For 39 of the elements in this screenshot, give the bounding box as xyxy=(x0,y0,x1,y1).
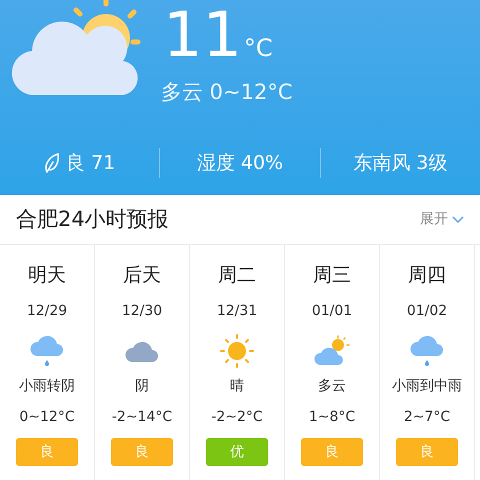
weather-stat: 湿度 40% xyxy=(196,150,284,176)
weather-stat: 东南风 3级 xyxy=(353,150,448,176)
temperature-range: 0~12°C xyxy=(19,408,75,427)
sun-cloud-icon xyxy=(314,335,350,367)
weather-condition: 多云 xyxy=(318,377,346,396)
weather-condition: 晴 xyxy=(230,377,244,396)
rain-cloud-icon xyxy=(409,334,445,368)
rain-cloud-icon xyxy=(29,334,65,368)
current-temperature: 11 xyxy=(163,2,242,68)
weather-condition: 小雨转阴 xyxy=(19,377,75,396)
date-label: 12/30 xyxy=(122,302,162,321)
day-label: 周二 xyxy=(218,263,256,288)
air-quality-badge: 良 xyxy=(396,438,458,466)
date-label: 12/31 xyxy=(216,302,258,321)
day-label: 周三 xyxy=(313,263,351,288)
chevron-down-icon xyxy=(452,216,464,224)
forecast-title: 合肥24小时预报 xyxy=(16,206,169,233)
air-quality-badge: 良 xyxy=(301,438,363,466)
date-label: 12/29 xyxy=(26,302,68,321)
air-quality-badge: 良 xyxy=(111,438,173,466)
day-label: 明天 xyxy=(28,263,66,288)
date-label: 01/02 xyxy=(406,302,448,321)
temperature-range: -2~14°C xyxy=(112,408,172,427)
day-label: 周四 xyxy=(408,263,446,288)
weather-stat: 良 71 xyxy=(66,150,116,176)
temperature-range: 2~7°C xyxy=(404,408,450,427)
temperature-range: 1~8°C xyxy=(308,408,356,427)
temperature-unit: °C xyxy=(244,34,273,62)
leaf-icon xyxy=(44,152,60,174)
temperature-range: -2~2°C xyxy=(211,408,263,427)
day-label: 后天 xyxy=(123,263,161,288)
weather-condition: 小雨到中雨 xyxy=(392,377,462,396)
weather-summary: 多云 0~12°C xyxy=(161,79,293,106)
date-label: 01/01 xyxy=(312,302,352,321)
sun-icon xyxy=(219,333,255,369)
weather-condition: 阴 xyxy=(135,377,149,396)
air-quality-badge: 良 xyxy=(16,438,78,466)
expand-button[interactable]: 展开 xyxy=(420,209,464,230)
air-quality-badge: 优 xyxy=(206,438,268,466)
